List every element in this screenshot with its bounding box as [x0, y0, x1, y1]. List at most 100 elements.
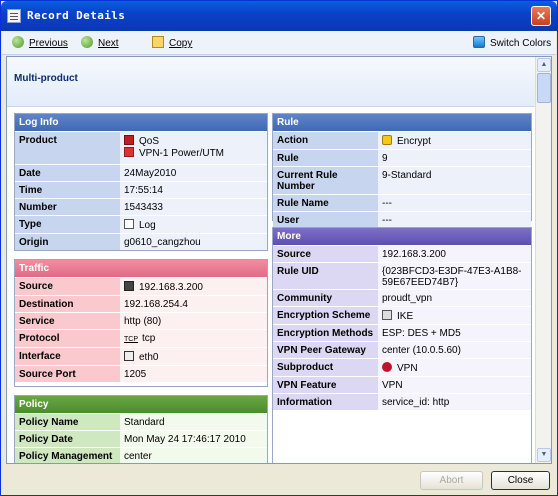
title-bar[interactable]: Record Details ✕ — [1, 1, 557, 31]
service-value: http (80) — [120, 313, 267, 329]
scroll-up-button[interactable]: ▲ — [537, 58, 551, 72]
field-key: User — [273, 212, 378, 228]
field-key: Policy Management — [15, 448, 120, 463]
date-value: 24May2010 — [120, 165, 267, 181]
field-key: Source — [15, 278, 120, 295]
next-label: Next — [98, 38, 119, 49]
subproduct-value: VPN — [378, 359, 531, 376]
rule-value: 9 — [378, 150, 531, 166]
field-key: Policy Date — [15, 431, 120, 447]
current-rule-number-value: 9-Standard — [378, 167, 531, 194]
arrow-left-icon — [12, 36, 24, 48]
palette-icon — [473, 36, 485, 48]
protocol-label: tcp — [142, 333, 156, 344]
field-key: Source Port — [15, 366, 120, 382]
lock-icon — [382, 135, 392, 145]
action-label: Encrypt — [397, 136, 431, 147]
field-key: Number — [15, 199, 120, 215]
scroll-thumb[interactable] — [537, 73, 551, 103]
origin-value: g0610_cangzhou — [120, 234, 267, 250]
field-key: Current Rule Number — [273, 167, 378, 194]
encryption-scheme-value: IKE — [378, 307, 531, 324]
copy-label: Copy — [169, 38, 193, 49]
scroll-down-button[interactable]: ▼ — [537, 448, 551, 462]
rule-name-value: --- — [378, 195, 531, 211]
rule-panel: Rule Action Encrypt Rule 9 Current Rule Nu… — [272, 113, 532, 228]
close-window-button[interactable]: ✕ — [531, 6, 551, 26]
copy-button[interactable]: Copy — [152, 36, 192, 50]
user-value: --- — [378, 212, 531, 228]
field-key: Action — [273, 132, 378, 149]
number-value: 1543433 — [120, 199, 267, 215]
window-title: Record Details — [27, 9, 126, 22]
copy-icon — [152, 36, 164, 48]
log-icon — [124, 219, 134, 229]
firewall-icon — [124, 147, 134, 157]
host-icon — [124, 281, 134, 291]
rule-uid-value: {023BFCD3-E3DF-47E3-A1B8- 59E67EED74B7} — [378, 263, 531, 289]
source-value: 192.168.3.200 — [120, 278, 267, 295]
source-port-value: 1205 — [120, 366, 267, 382]
abort-button[interactable]: Abort — [420, 471, 483, 490]
field-key: Origin — [15, 234, 120, 250]
field-key: Rule — [273, 150, 378, 166]
vpn-feature-value: VPN — [378, 377, 531, 393]
switch-colors-button[interactable]: Switch Colors — [473, 36, 551, 50]
field-key: Community — [273, 290, 378, 306]
field-key: Destination — [15, 296, 120, 312]
record-details-window: Record Details ✕ Previous Next Copy Swit… — [0, 0, 558, 496]
field-key: Encryption Scheme — [273, 307, 378, 324]
toolbar: Previous Next Copy Switch Colors — [2, 31, 556, 55]
field-key: Time — [15, 182, 120, 198]
type-label: Log — [139, 220, 156, 231]
previous-label: Previous — [29, 38, 68, 49]
log-info-title: Log Info — [15, 114, 267, 131]
ike-icon — [382, 310, 392, 320]
field-key: Subproduct — [273, 359, 378, 376]
field-key: Encryption Methods — [273, 325, 378, 341]
traffic-panel: Traffic Source 192.168.3.200 Destination 1… — [14, 259, 268, 387]
field-key: Source — [273, 246, 378, 262]
policy-date-value: Mon May 24 17:46:17 2010 — [120, 431, 267, 447]
rule-uid-line-1: {023BFCD3-E3DF-47E3-A1B8- — [382, 266, 522, 277]
information-value: service_id: http — [378, 394, 531, 410]
vpn-icon — [382, 362, 392, 372]
vertical-scrollbar[interactable]: ▲ ▼ — [535, 57, 551, 463]
product-title: Multi-product — [14, 73, 78, 84]
document-icon — [7, 9, 21, 23]
close-button[interactable]: Close — [491, 471, 550, 490]
details-pane: Multi-product Log Info Product QoS VPN-1… — [6, 56, 552, 464]
field-key: Rule UID — [273, 263, 378, 289]
community-value: proudt_vpn — [378, 290, 531, 306]
protocol-value: TCP tcp — [120, 330, 267, 347]
rule-title: Rule — [273, 114, 531, 131]
action-value: Encrypt — [378, 132, 531, 149]
field-key: Information — [273, 394, 378, 410]
field-key: Type — [15, 216, 120, 233]
previous-button[interactable]: Previous — [12, 36, 68, 50]
field-key: Service — [15, 313, 120, 329]
rule-uid-line-2: 59E67EED74B7} — [382, 277, 459, 288]
tcp-icon: TCP — [124, 336, 138, 343]
field-key: Product — [15, 132, 120, 164]
destination-value: 192.168.254.4 — [120, 296, 267, 312]
firewall-icon — [124, 135, 134, 145]
product-value: QoS VPN-1 Power/UTM — [120, 132, 267, 164]
dialog-footer: Abort Close — [1, 466, 557, 495]
product-value-1: QoS — [139, 136, 160, 147]
field-key: Protocol — [15, 330, 120, 347]
switch-colors-label: Switch Colors — [490, 38, 552, 49]
time-value: 17:55:14 — [120, 182, 267, 198]
vpn-peer-gateway-value: center (10.0.5.60) — [378, 342, 531, 358]
source-label: 192.168.3.200 — [139, 282, 203, 293]
arrow-right-icon — [81, 36, 93, 48]
product-value-2: VPN-1 Power/UTM — [139, 148, 225, 159]
log-info-panel: Log Info Product QoS VPN-1 Power/UTM Dat… — [14, 113, 268, 251]
product-header: Multi-product — [7, 57, 535, 107]
policy-title: Policy — [15, 396, 267, 413]
next-button[interactable]: Next — [81, 36, 119, 50]
field-key: Policy Name — [15, 414, 120, 430]
interface-label: eth0 — [139, 352, 159, 363]
encryption-scheme-label: IKE — [397, 311, 414, 322]
encryption-methods-value: ESP: DES + MD5 — [378, 325, 531, 341]
